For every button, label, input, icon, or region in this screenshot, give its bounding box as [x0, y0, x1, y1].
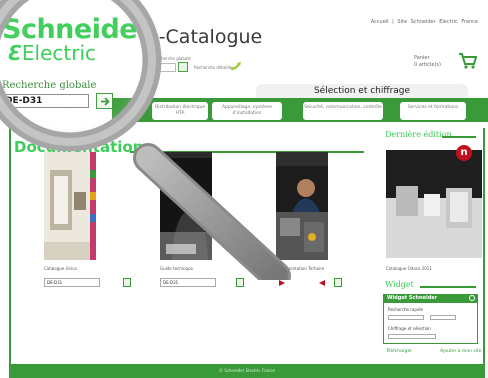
widget-head: Widget Schneider — [383, 294, 478, 303]
last-edition-caption[interactable]: Catalogue Odace 2011 — [386, 266, 432, 271]
catalogue-cover-image — [44, 152, 96, 260]
rewind-icon[interactable] — [318, 279, 326, 287]
odace-cover-image — [386, 150, 482, 258]
nav-item-distribution[interactable]: Distribution électrique HTA — [152, 102, 208, 120]
cart-count: 0 article(s) — [414, 62, 441, 68]
book-caption-1[interactable]: Catalogue Unica — [44, 266, 77, 271]
mini-search-go-button[interactable] — [178, 62, 188, 72]
cart-icon[interactable] — [458, 51, 478, 71]
detailed-search-link[interactable]: Recherche détaillée — [194, 65, 234, 70]
book-go-button-3[interactable] — [334, 278, 342, 287]
nav-item-securite[interactable]: Sécurité, communication, contrôle — [303, 102, 383, 120]
widget-title: Widget — [385, 280, 414, 289]
widget-head-label: Widget Schneider — [387, 295, 438, 301]
book-ref-1[interactable]: DE-D31 — [44, 278, 100, 287]
catalog-title: e-Catalogue — [147, 26, 263, 48]
mini-search-label: Recherche globale — [154, 56, 191, 61]
new-badge: n — [456, 145, 472, 161]
arrow-icon — [230, 62, 241, 71]
last-edition-cover[interactable] — [386, 150, 482, 258]
catalogue-cover-1[interactable] — [44, 152, 96, 260]
book-ref-2[interactable]: DE-D31 — [160, 278, 216, 287]
widget-close-icon[interactable] — [469, 295, 475, 301]
widget-input-2[interactable] — [430, 315, 456, 320]
widget-input-3[interactable] — [388, 334, 436, 339]
last-edition-rule — [442, 136, 476, 138]
catalogue-cover-2[interactable] — [160, 152, 212, 260]
guide-cover-image — [160, 152, 212, 260]
footer-text: © Schneider Electric France — [219, 368, 275, 373]
widget-download-link[interactable]: Télécharger — [386, 349, 412, 354]
global-search-button[interactable] — [96, 93, 113, 109]
nav-item-services[interactable]: Services et formations — [400, 102, 466, 120]
widget-input-1[interactable] — [388, 315, 424, 320]
brand-sub: ƐElectric — [8, 41, 96, 65]
footer-bar: © Schneider Electric France — [9, 364, 485, 378]
mini-search-input[interactable] — [154, 63, 176, 72]
top-links[interactable]: Accueil | Site Schneider Electric France — [371, 19, 478, 25]
book-go-button-2[interactable] — [236, 278, 244, 287]
widget-line-1: Recherche rapide — [388, 307, 424, 312]
brand-mark: Ɛ — [8, 41, 22, 65]
schneider-logo[interactable]: Schneider ƐElectric — [2, 14, 152, 70]
catalogue-cover-3[interactable] — [276, 152, 328, 260]
widget-line-2: Chiffrage et sélection — [388, 326, 431, 331]
widget-rule — [420, 286, 476, 288]
book-caption-2[interactable]: Guide technique — [160, 266, 193, 271]
brand-sub-text: Electric — [21, 41, 97, 65]
tab-selection-chiffrage[interactable]: Sélection et chiffrage — [256, 84, 468, 98]
tertiaire-cover-image — [276, 152, 328, 260]
mini-search: Recherche globale Recherche détaillée — [150, 56, 250, 74]
book-caption-3[interactable]: Documentation Tertiaire — [276, 266, 324, 271]
cart-label: Panier — [414, 55, 430, 61]
global-search-label: Recherche globale — [2, 80, 97, 91]
cart[interactable]: Panier 0 article(s) — [414, 49, 480, 75]
global-search-input[interactable]: DE-D31 — [0, 94, 89, 108]
widget-add-link[interactable]: Ajouter à mon site — [440, 349, 481, 354]
book-go-button-1[interactable] — [123, 278, 131, 287]
nav-item-appareillage[interactable]: Appareillage, système d'installation — [212, 102, 282, 120]
play-icon[interactable] — [278, 279, 286, 287]
go-arrow-icon — [100, 96, 110, 106]
